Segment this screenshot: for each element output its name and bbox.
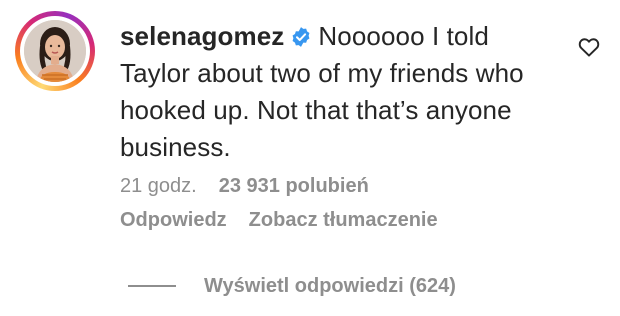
reply-button[interactable]: Odpowiedz <box>120 209 227 231</box>
see-translation-button[interactable]: Zobacz tłumaczenie <box>249 209 438 231</box>
like-button[interactable] <box>577 35 601 59</box>
replies-divider-line <box>128 285 176 287</box>
verified-badge-icon <box>290 26 312 48</box>
avatar-story-ring[interactable] <box>15 11 95 91</box>
avatar[interactable] <box>24 20 86 82</box>
avatar-photo <box>24 20 86 82</box>
view-replies-label: Wyświetl odpowiedzi (624) <box>204 275 456 297</box>
comment-body: selenagomez Noooooo I told Taylor about t… <box>120 18 550 166</box>
comment-likes-count[interactable]: 23 931 polubień <box>219 175 369 197</box>
comment: selenagomez Noooooo I told Taylor about t… <box>0 0 620 316</box>
comment-username[interactable]: selenagomez <box>120 21 284 51</box>
heart-outline-icon <box>578 38 600 57</box>
comment-timestamp[interactable]: 21 godz. <box>120 175 197 197</box>
comment-actions: Odpowiedz Zobacz tłumaczenie <box>120 208 438 232</box>
comment-meta: 21 godz. 23 931 polubień <box>120 174 369 198</box>
avatar-ring-gap <box>20 16 90 86</box>
